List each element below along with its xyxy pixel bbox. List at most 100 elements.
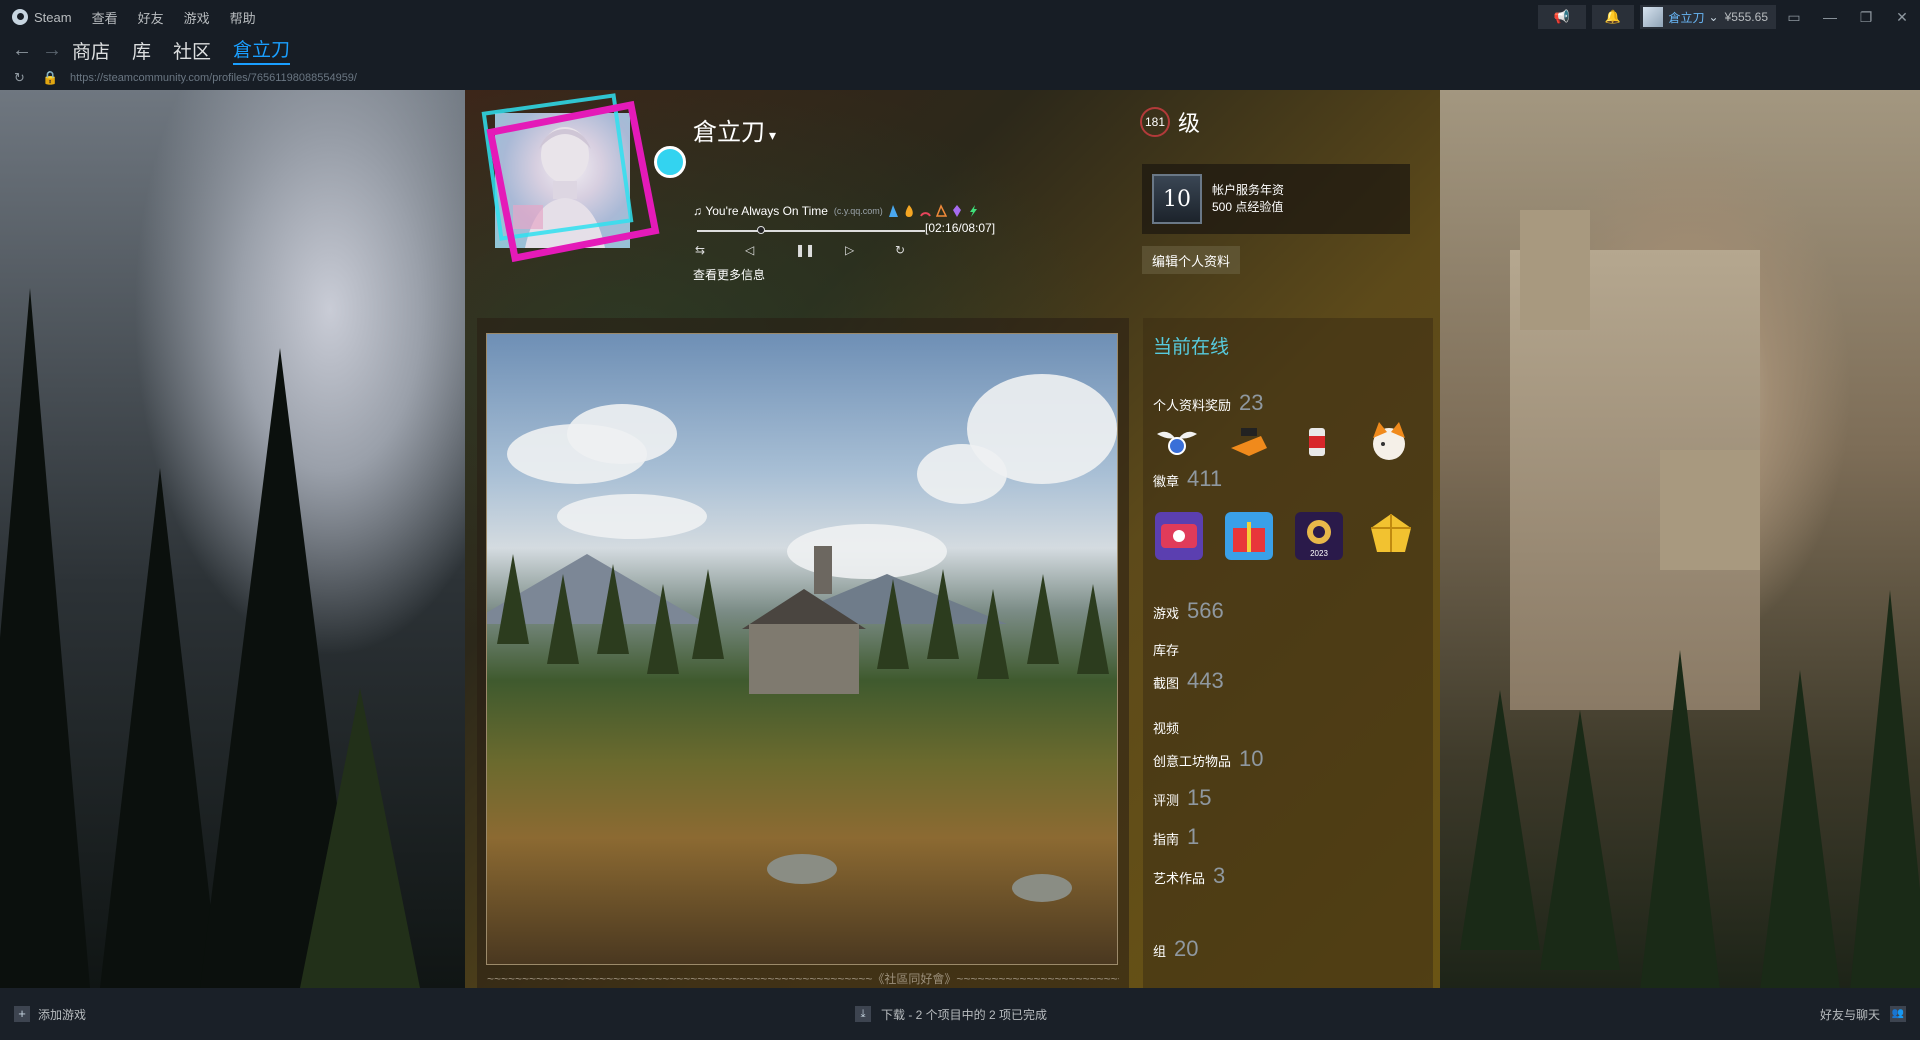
account-menu[interactable]: 倉立刀 ⌄ ¥555.65 — [1639, 5, 1776, 29]
groups-label: 组 — [1153, 944, 1167, 959]
pine-tree — [977, 589, 1009, 679]
steam-logo-icon — [12, 9, 28, 25]
showcase-artwork[interactable] — [486, 333, 1118, 965]
notifications-bell-icon[interactable]: 🔔 — [1591, 5, 1634, 29]
church-roof — [742, 589, 866, 629]
videos-stat[interactable]: 视频 — [1153, 718, 1179, 737]
rewards-label: 个人资料奖励 — [1153, 398, 1232, 413]
announcements-icon[interactable]: 📢 — [1537, 5, 1586, 29]
years-of-service[interactable]: 10 帐户服务年资 500 点经验值 — [1142, 164, 1410, 234]
inventory-stat[interactable]: 库存 — [1153, 640, 1179, 659]
bg-castle — [1510, 210, 1760, 710]
forward-arrow-icon[interactable]: → — [42, 39, 62, 62]
pause-icon[interactable]: ❚❚ — [795, 243, 845, 257]
downloads-status[interactable]: ⤓ 下载 - 2 个项目中的 2 项已完成 — [855, 1006, 1047, 1023]
gift-badge-icon[interactable] — [1223, 510, 1275, 562]
repeat-icon[interactable]: ↻ — [895, 243, 945, 257]
ticket-badge-icon[interactable] — [1153, 510, 1205, 562]
years-badge-icon: 10 — [1152, 174, 1202, 224]
group-caption[interactable]: ~~~~~~~~~~~~~~~~~~~~~~~~~~~~~~~~~~~~~~~~… — [487, 970, 1119, 987]
badges-stat[interactable]: 徽章 411 — [1153, 466, 1222, 492]
nav-community[interactable]: 社区 — [173, 37, 211, 64]
titlebar-right: 📢 🔔 倉立刀 ⌄ ¥555.65 ▭ — ❐ ✕ — [1532, 0, 1920, 34]
reload-icon[interactable]: ↻ — [14, 70, 28, 86]
music-progress-knob[interactable] — [756, 226, 765, 234]
pine-tree — [1027, 574, 1059, 664]
bg-tree — [1540, 710, 1620, 970]
persona-name-text: 倉立刀 — [693, 119, 765, 146]
sail-icon — [888, 205, 898, 217]
maximize-icon[interactable]: ❐ — [1848, 0, 1884, 34]
profile-page: 倉立刀 ▾ ♫ You're Always On Time (c.y.qq.com… — [0, 90, 1920, 988]
soda-can-icon[interactable] — [1293, 418, 1341, 466]
years-text: 帐户服务年资 500 点经验值 — [1212, 182, 1284, 216]
workshop-stat[interactable]: 创意工坊物品 10 — [1153, 746, 1264, 772]
steam-2023-badge-icon[interactable]: 2023 — [1293, 510, 1345, 562]
badges-list: 2023 — [1153, 510, 1423, 566]
next-icon[interactable]: ▷ — [845, 243, 895, 257]
bg-tree — [0, 288, 90, 988]
groups-stat[interactable]: 组 20 — [1153, 936, 1199, 962]
avatar[interactable] — [481, 93, 686, 263]
winged-medal-icon[interactable] — [1153, 418, 1201, 466]
screenshots-label: 截图 — [1153, 676, 1180, 691]
url-text[interactable]: https://steamcommunity.com/profiles/7656… — [70, 72, 357, 84]
persona-name[interactable]: 倉立刀 ▾ — [693, 112, 776, 147]
friends-chat-button[interactable]: 好友与聊天 👥 — [1820, 1006, 1906, 1023]
add-game-label: 添加游戏 — [38, 1007, 87, 1022]
big-picture-icon[interactable]: ▭ — [1776, 0, 1812, 34]
pine-tree — [927, 569, 959, 659]
edit-profile-button[interactable]: 编辑个人资料 — [1142, 246, 1241, 274]
bg-castle-tower — [1660, 450, 1760, 570]
years-title: 帐户服务年资 — [1212, 183, 1285, 197]
menu-games[interactable]: 游戏 — [184, 8, 210, 27]
music-progress-bar[interactable] — [697, 226, 925, 234]
cat-head-icon[interactable] — [1365, 418, 1413, 466]
rock-shape — [767, 854, 837, 884]
years-xp: 500 点经验值 — [1212, 200, 1284, 214]
previous-icon[interactable]: ◁ — [745, 243, 795, 257]
gold-crystal-badge-icon[interactable] — [1365, 510, 1417, 562]
fox-head-icon[interactable] — [1225, 418, 1273, 466]
music-note-icon: ♫ — [693, 204, 706, 218]
screenshots-stat[interactable]: 截图 443 — [1153, 668, 1224, 694]
menu-steam-label: Steam — [34, 9, 72, 25]
rewards-stat[interactable]: 个人资料奖励 23 — [1153, 390, 1264, 416]
bg-tree — [1460, 690, 1540, 950]
games-label: 游戏 — [1153, 606, 1180, 621]
menu-steam[interactable]: Steam — [12, 9, 72, 25]
cloud-shape — [787, 524, 947, 579]
account-avatar — [1642, 7, 1663, 27]
videos-label: 视频 — [1153, 721, 1180, 736]
bg-tree — [1760, 670, 1840, 988]
add-game-button[interactable]: + 添加游戏 — [14, 1006, 86, 1023]
pine-tree — [547, 574, 579, 664]
menu-help[interactable]: 帮助 — [230, 8, 256, 27]
pine-tree — [597, 564, 629, 654]
artwork-stat[interactable]: 艺术作品 3 — [1153, 863, 1225, 889]
more-info-link[interactable]: 查看更多信息 — [693, 266, 765, 283]
triforce-icon — [935, 204, 947, 217]
pine-tree — [877, 579, 909, 669]
games-stat[interactable]: 游戏 566 — [1153, 598, 1224, 624]
guides-stat[interactable]: 指南 1 — [1153, 824, 1199, 850]
nav-profile[interactable]: 倉立刀 — [233, 35, 291, 65]
workshop-count: 10 — [1239, 746, 1264, 771]
cloud-shape — [557, 494, 707, 539]
nav-store[interactable]: 商店 — [72, 37, 110, 64]
close-icon[interactable]: ✕ — [1884, 0, 1920, 34]
online-status: 当前在线 — [1153, 337, 1230, 358]
song-source: (c.y.qq.com) — [833, 206, 883, 216]
nav-library[interactable]: 库 — [132, 37, 151, 64]
reviews-count: 15 — [1187, 785, 1212, 810]
minimize-icon[interactable]: — — [1812, 0, 1848, 34]
shuffle-icon[interactable]: ⇆ — [695, 243, 745, 257]
lock-icon: 🔒 — [42, 70, 59, 85]
chevron-down-icon: ⌄ — [1708, 10, 1719, 24]
reviews-stat[interactable]: 评测 15 — [1153, 785, 1212, 811]
church-building — [749, 624, 859, 694]
menu-view[interactable]: 查看 — [92, 8, 118, 27]
avatar-frame-magenta — [486, 100, 660, 263]
menu-friends[interactable]: 好友 — [138, 8, 164, 27]
back-arrow-icon[interactable]: ← — [12, 39, 32, 62]
